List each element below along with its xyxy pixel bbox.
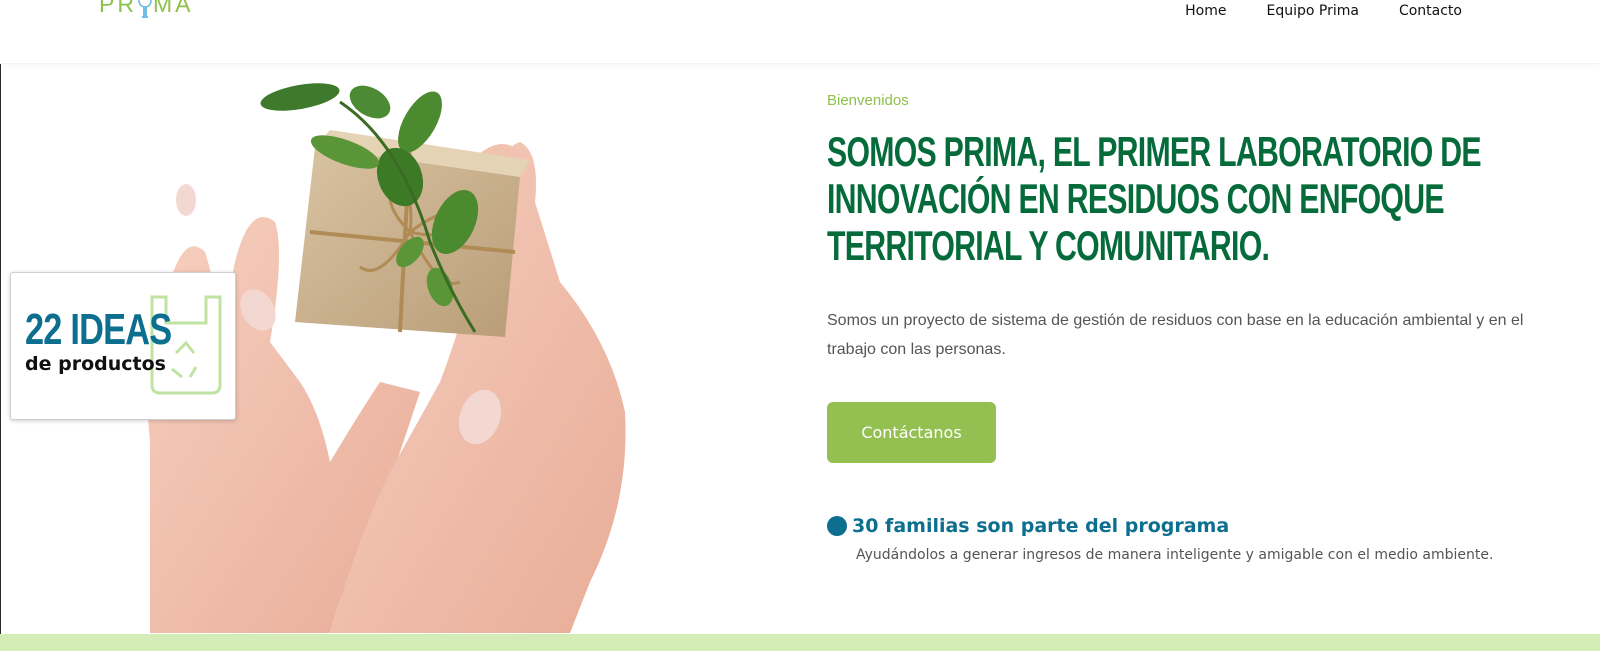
ideas-number: 22 IDEAS — [25, 305, 172, 354]
main-nav: Home Equipo Prima Contacto — [1185, 0, 1462, 22]
nav-equipo-prima[interactable]: Equipo Prima — [1266, 3, 1358, 19]
dot-icon — [827, 516, 847, 536]
logo-text-start: PR — [99, 0, 137, 17]
logo[interactable]: PR MA — [99, 0, 193, 18]
page-title: Somos PRIMA, el primer laboratorio de in… — [827, 128, 1482, 269]
intro-description: Somos un proyecto de sistema de gestión … — [827, 312, 1524, 358]
stat-title: 30 familias son parte del programa — [852, 515, 1230, 537]
logo-text-end: MA — [152, 0, 194, 17]
site-header: PR MA Home Equipo Prima Contacto — [0, 0, 1600, 64]
lightbulb-icon — [138, 0, 152, 20]
nav-home[interactable]: Home — [1185, 3, 1226, 19]
eyebrow-text: Bienvenidos — [827, 92, 909, 109]
contact-button[interactable]: Contáctanos — [827, 402, 996, 463]
section-divider-band — [0, 634, 1600, 651]
hero-content: Bienvenidos Somos PRIMA, el primer labor… — [827, 90, 1547, 563]
nav-contacto[interactable]: Contacto — [1399, 3, 1462, 19]
ideas-card: 22 IDEAS de productos — [10, 272, 236, 420]
stat-heading: 30 familias son parte del programa — [827, 515, 1547, 537]
ideas-subtitle: de productos — [25, 353, 166, 375]
stat-description: Ayudándolos a generar ingresos de manera… — [856, 547, 1494, 563]
